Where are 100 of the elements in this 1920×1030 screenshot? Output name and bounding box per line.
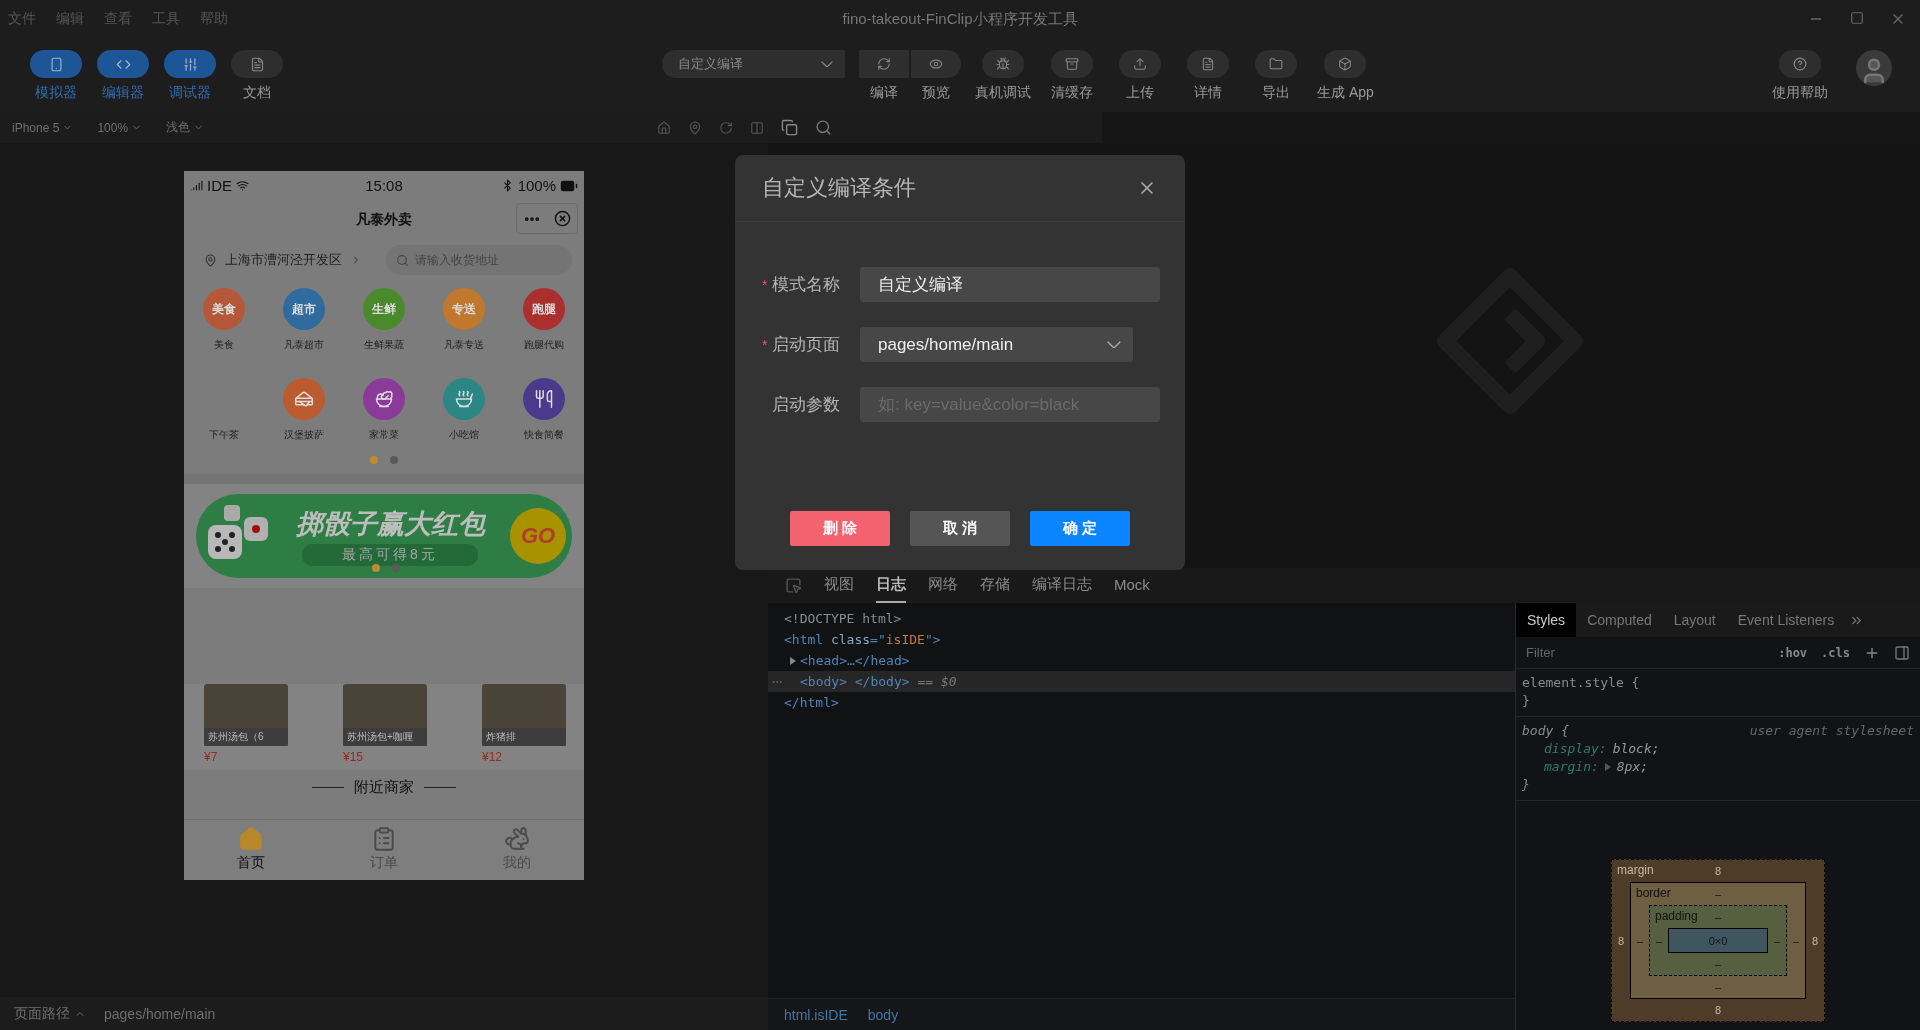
category-item[interactable]: 汉堡披萨	[264, 378, 344, 442]
code-line: <html class="isIDE">	[784, 632, 941, 647]
dialog-button[interactable]: 取 消	[910, 511, 1010, 546]
code-line: </html>	[784, 695, 839, 710]
divider-line	[312, 786, 344, 789]
dom-tree-row[interactable]: <html class="isIDE">	[768, 629, 1515, 650]
location-link[interactable]: 上海市漕河泾开发区	[225, 251, 342, 269]
promo-banner[interactable]: 掷骰子赢大红包 最高可得8元 GO	[196, 494, 572, 578]
box-value: 8	[1811, 934, 1819, 947]
toolbar-button[interactable]: 生成 App	[1317, 50, 1374, 102]
breadcrumb-link[interactable]: body	[857, 1006, 909, 1023]
product-price: ¥15	[343, 750, 365, 764]
devtools-tab[interactable]: 网络	[928, 568, 958, 603]
css-property: display:	[1544, 740, 1607, 758]
copy-icon[interactable]	[781, 119, 798, 136]
rule-source: user agent stylesheet	[1749, 722, 1914, 740]
refresh-icon	[877, 57, 891, 71]
devtools-tab[interactable]: Mock	[1114, 568, 1150, 603]
zoom-dropdown[interactable]: 100%	[97, 120, 143, 135]
page-select[interactable]: pages/home/main	[860, 327, 1133, 362]
pager-dot[interactable]	[372, 564, 380, 572]
theme-dropdown[interactable]: 浅色	[166, 119, 205, 136]
device-dropdown[interactable]: iPhone 5	[12, 120, 74, 135]
wifi-icon	[236, 179, 249, 192]
toolbar-button[interactable]: 清缓存	[1045, 50, 1099, 102]
toolbar-button[interactable]: 导出	[1249, 50, 1303, 102]
required-mark: *	[762, 336, 768, 353]
help-button[interactable]: 使用帮助	[1772, 50, 1828, 102]
location-pin-icon[interactable]	[688, 120, 702, 135]
expand-triangle-icon[interactable]	[1604, 763, 1611, 771]
dialog-button[interactable]: 删 除	[790, 511, 890, 546]
sliders-icon	[182, 56, 198, 72]
category-item[interactable]: 美食 美食	[184, 288, 264, 352]
compile-mode-dropdown[interactable]: 自定义编译	[662, 50, 845, 78]
styles-tab[interactable]: Styles	[1516, 603, 1577, 637]
salad-icon	[374, 389, 394, 409]
css-selector: body {	[1522, 722, 1569, 740]
box-value: –	[1636, 934, 1644, 947]
required-mark: *	[762, 276, 768, 293]
food-photo-placeholder[interactable]: 炸猪排	[482, 684, 566, 746]
dom-tree-row[interactable]: <body> </body> == $0	[768, 671, 1515, 692]
home-icon[interactable]	[657, 120, 671, 135]
category-item[interactable]: 跑腿 跑腿代购	[504, 288, 584, 352]
section-heading: 附近商家	[354, 778, 414, 797]
box-value: –	[1655, 934, 1663, 947]
product-caption: 炸猪排	[482, 728, 566, 746]
style-toggle[interactable]: :hov	[1778, 645, 1808, 660]
devtools-tab[interactable]: 视图	[824, 568, 854, 603]
capsule-menu[interactable]	[516, 203, 578, 234]
breadcrumb-link[interactable]: html.isIDE	[774, 1006, 858, 1023]
toolbar-button[interactable]: 真机调试	[975, 50, 1031, 102]
tab-bar-item[interactable]: 首页	[184, 820, 318, 880]
dom-tree-row[interactable]: <head>…</head>	[768, 650, 1515, 671]
page-path-toggle[interactable]: 页面路径	[14, 1004, 86, 1023]
css-value: 8px;	[1616, 758, 1649, 776]
utensils-icon	[534, 389, 554, 409]
food-photo-placeholder[interactable]: 苏州汤包+咖喱	[343, 684, 427, 746]
chevron-down-icon	[1107, 340, 1121, 349]
category-item[interactable]: 小吃馆	[424, 378, 504, 442]
closing-brace: }	[1522, 693, 1530, 708]
bug-icon	[996, 57, 1010, 71]
devtools-tab[interactable]: 编译日志	[1032, 568, 1092, 603]
clock-text: 15:08	[365, 177, 403, 194]
dialog-button[interactable]: 确 定	[1030, 511, 1130, 546]
devtools-tab[interactable]: 存储	[980, 568, 1010, 603]
field-label: 启动页面	[772, 334, 841, 356]
dom-tree-row[interactable]: </html>	[768, 692, 1515, 713]
pager-dot[interactable]	[390, 456, 398, 464]
category-item[interactable]: 家常菜	[344, 378, 424, 442]
toolbar-button[interactable]: 上传	[1113, 50, 1167, 102]
dom-tree-row[interactable]: <!DOCTYPE html>	[768, 608, 1515, 629]
toolbar-button[interactable]: 详情	[1181, 50, 1235, 102]
css-value: block;	[1612, 740, 1660, 758]
category-item[interactable]: 专送 凡泰专送	[424, 288, 504, 352]
styles-tab[interactable]: Computed	[1576, 603, 1663, 637]
style-toggle[interactable]: .cls	[1821, 645, 1850, 660]
clipboard-icon	[371, 826, 397, 852]
category-item[interactable]: 下午茶	[184, 378, 264, 442]
dialog-title: 自定义编译条件	[762, 174, 916, 202]
rotate-icon[interactable]	[719, 120, 733, 135]
avatar[interactable]	[1856, 50, 1892, 86]
styles-tab[interactable]: Event Listeners	[1726, 603, 1846, 637]
carrier-text: IDE	[207, 177, 232, 194]
food-photo-placeholder[interactable]: 苏州汤包（6	[204, 684, 288, 746]
styles-tab[interactable]: Layout	[1662, 603, 1727, 637]
search-icon[interactable]	[815, 119, 832, 136]
close-icon[interactable]	[553, 210, 571, 227]
pager-dot[interactable]	[392, 564, 400, 572]
maximize-icon[interactable]	[1850, 11, 1864, 25]
category-item[interactable]: 快食简餐	[504, 378, 584, 442]
input-field[interactable]: 自定义编译	[860, 267, 1160, 302]
category-item[interactable]: 超市 凡泰超市	[264, 288, 344, 352]
css-property: margin:	[1544, 758, 1599, 776]
pager-dot[interactable]	[370, 456, 378, 464]
product-price: ¥7	[204, 750, 219, 764]
inspect-icon[interactable]	[785, 577, 802, 594]
filter-field[interactable]: Filter	[1524, 644, 1765, 661]
sidebar-toggle-icon[interactable]	[1894, 644, 1910, 661]
category-item[interactable]: 生鲜 生鲜果蔬	[344, 288, 424, 352]
split-view-icon[interactable]	[750, 120, 764, 135]
